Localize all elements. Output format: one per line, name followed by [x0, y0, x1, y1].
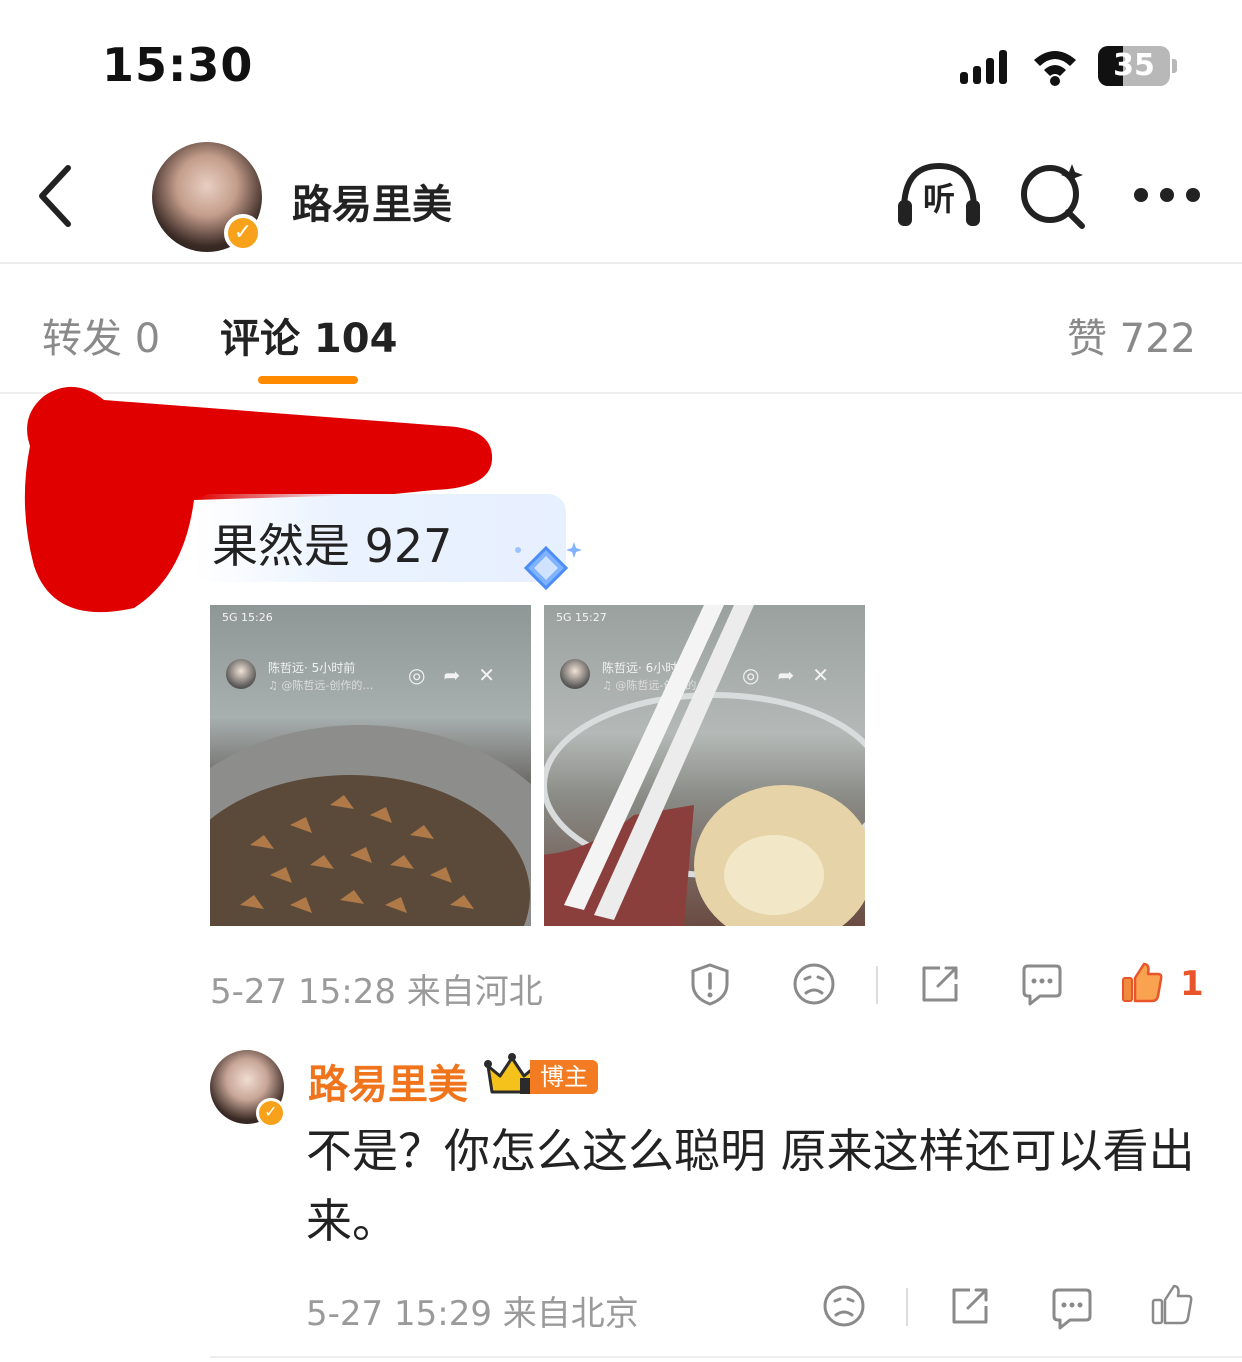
reply-username[interactable]: 路易里美	[308, 1052, 468, 1110]
comment-text: 果然是 927	[212, 519, 453, 573]
avatar[interactable]: ✓	[152, 142, 262, 252]
battery-level: 35	[1113, 48, 1155, 83]
status-time: 15:30	[102, 38, 254, 92]
share-icon[interactable]	[948, 1284, 992, 1328]
reply-comment-icon[interactable]	[1050, 1286, 1094, 1330]
page-title[interactable]: 路易里美	[292, 172, 452, 230]
more-options-icon[interactable]	[1132, 180, 1202, 210]
action-divider	[876, 966, 878, 1004]
reply-comment-icon[interactable]	[1020, 962, 1064, 1006]
like-thumb-icon[interactable]	[1150, 1282, 1194, 1326]
wifi-icon	[1034, 51, 1076, 86]
verified-badge-icon: ✓	[224, 214, 262, 252]
comment-photo[interactable]: 5G 15:27 陈哲远· 6小时前 ♫ @陈哲远-创作的… ◎➦✕	[544, 605, 865, 926]
comment-meta: 5-27 15:28 来自河北	[210, 972, 543, 1012]
dislike-face-icon[interactable]	[792, 962, 836, 1006]
tab-repost[interactable]: 转发 0	[42, 306, 160, 364]
share-icon[interactable]	[918, 962, 962, 1006]
reply-text: 不是？你怎么这么聪明 原来这样还可以看出来。	[306, 1124, 1195, 1248]
comment-photo[interactable]: 5G 15:26 陈哲远· 5小时前 ♫ @陈哲远-创作的… ◎➦✕	[210, 605, 531, 926]
like-thumb-icon[interactable]	[1120, 960, 1164, 1004]
tab-comments[interactable]: 评论 104	[220, 306, 397, 364]
listen-button[interactable]: 听	[896, 160, 982, 230]
reply-meta: 5-27 15:29 来自北京	[306, 1294, 639, 1334]
back-arrow-icon[interactable]	[30, 160, 90, 232]
dislike-face-icon[interactable]	[822, 1284, 866, 1328]
search-icon[interactable]	[1018, 160, 1088, 230]
comment-divider	[210, 1356, 1242, 1358]
diamond-badge-icon	[515, 542, 582, 591]
tab-bar: 转发 0 评论 104 赞 722	[0, 264, 1242, 394]
battery-icon: 35	[1098, 46, 1178, 86]
status-bar: 15:30 35	[0, 0, 1242, 130]
like-count: 1	[1180, 964, 1204, 1004]
host-badge: 博主	[530, 1060, 598, 1094]
action-divider	[906, 1288, 908, 1326]
cellular-signal-icon	[960, 50, 1007, 84]
plate-with-food-image	[544, 605, 865, 926]
top-navigation-bar: ✓ 路易里美 听	[0, 130, 1242, 264]
verified-badge-icon: ✓	[256, 1098, 286, 1128]
listen-label: 听	[922, 180, 955, 218]
cat-food-bowl-image	[210, 725, 531, 926]
tab-likes[interactable]: 赞 722	[1067, 306, 1196, 364]
reply-avatar[interactable]: ✓	[210, 1050, 286, 1128]
report-icon[interactable]	[688, 962, 732, 1006]
